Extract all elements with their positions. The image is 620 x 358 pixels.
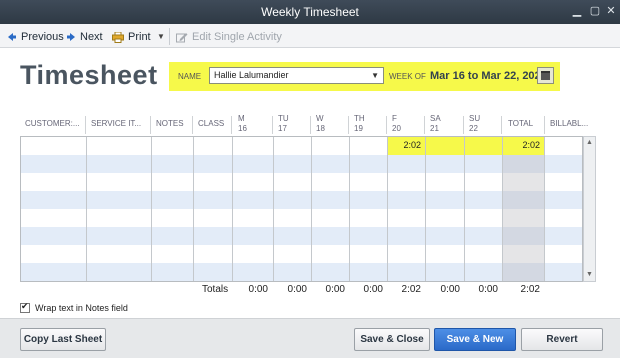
wrap-text-option[interactable]: Wrap text in Notes field <box>20 301 128 313</box>
table-row[interactable] <box>21 209 582 227</box>
previous-label: Previous <box>21 31 64 43</box>
week-of-label: WEEK OF <box>389 72 426 81</box>
print-label: Print <box>128 31 151 43</box>
column-divider <box>502 137 503 281</box>
header-divider <box>272 116 273 134</box>
chevron-down-icon: ▼ <box>371 71 379 80</box>
previous-button[interactable]: Previous <box>7 29 64 45</box>
totals-row: Totals 0:00 0:00 0:00 0:00 2:02 0:00 0:0… <box>20 284 583 298</box>
column-divider <box>464 137 465 281</box>
table-row[interactable] <box>21 245 582 263</box>
window-titlebar: Weekly Timesheet ▁ ▢ ✕ <box>0 0 620 24</box>
total-mon: 0:00 <box>248 284 268 295</box>
close-icon[interactable]: ✕ <box>604 4 618 18</box>
total-column-shade <box>502 137 544 281</box>
col-header-day-sat: SA 21 <box>430 114 441 133</box>
table-row[interactable] <box>21 173 582 191</box>
col-header-day-mon: M 16 <box>238 114 247 133</box>
total-wed: 0:00 <box>325 284 345 295</box>
col-header-day-wed: W 18 <box>316 114 325 133</box>
column-divider <box>151 137 152 281</box>
total-thu: 0:00 <box>363 284 383 295</box>
header-divider <box>463 116 464 134</box>
header-divider <box>85 116 86 134</box>
arrow-right-icon <box>67 33 75 41</box>
col-header-day-fri: F 20 <box>392 114 401 133</box>
print-dropdown-icon[interactable]: ▼ <box>157 29 165 45</box>
col-header-day-tue: TU 17 <box>278 114 289 133</box>
timesheet-rows: 2:02 2:02 <box>20 136 583 282</box>
table-row[interactable] <box>21 263 582 281</box>
column-divider <box>273 137 274 281</box>
table-row[interactable] <box>21 155 582 173</box>
grand-total: 2:02 <box>520 284 540 295</box>
edit-single-activity-label: Edit Single Activity <box>192 31 282 43</box>
maximize-icon[interactable]: ▢ <box>588 4 602 18</box>
header-divider <box>150 116 151 134</box>
column-divider <box>193 137 194 281</box>
save-close-button[interactable]: Save & Close <box>354 328 430 351</box>
next-button[interactable]: Next <box>66 29 103 45</box>
toolbar-divider <box>169 28 170 45</box>
toolbar: Previous Next Print ▼ Edit Single Activi… <box>0 24 620 48</box>
page-title: Timesheet <box>20 60 158 90</box>
cell-row-total: 2:02 <box>522 140 540 150</box>
header-divider <box>386 116 387 134</box>
column-divider <box>86 137 87 281</box>
column-divider <box>425 137 426 281</box>
print-button[interactable]: Print <box>112 29 151 45</box>
name-label: NAME <box>178 72 202 81</box>
cell-friday-hours[interactable]: 2:02 <box>387 140 421 150</box>
table-row[interactable] <box>21 191 582 209</box>
total-tue: 0:00 <box>287 284 307 295</box>
total-fri: 2:02 <box>401 284 421 295</box>
wrap-text-label: Wrap text in Notes field <box>35 303 128 313</box>
header-divider <box>424 116 425 134</box>
revert-button[interactable]: Revert <box>521 328 603 351</box>
printer-icon <box>112 31 124 43</box>
column-divider <box>387 137 388 281</box>
column-divider <box>544 137 545 281</box>
minimize-icon[interactable]: ▁ <box>570 4 584 18</box>
edit-single-activity-button[interactable]: Edit Single Activity <box>176 29 282 45</box>
column-divider <box>311 137 312 281</box>
header-divider <box>231 116 232 134</box>
vertical-scrollbar[interactable]: ▲ ▼ <box>583 136 596 282</box>
name-dropdown[interactable]: Hallie Lalumandier ▼ <box>209 67 384 84</box>
col-header-day-sun: SU 22 <box>469 114 481 133</box>
col-header-day-thu: TH 19 <box>354 114 365 133</box>
calendar-icon <box>541 71 550 80</box>
copy-last-sheet-button[interactable]: Copy Last Sheet <box>20 328 106 351</box>
timesheet-grid: CUSTOMER:... SERVICE IT... NOTES CLASS M… <box>20 114 600 299</box>
header-divider <box>310 116 311 134</box>
name-value: Hallie Lalumandier <box>214 70 289 80</box>
header-divider <box>501 116 502 134</box>
week-range: Mar 16 to Mar 22, 2020 <box>430 70 547 82</box>
total-sun: 0:00 <box>478 284 498 295</box>
header-divider <box>544 116 545 134</box>
scroll-up-icon[interactable]: ▲ <box>584 137 595 149</box>
totals-label: Totals <box>202 284 229 295</box>
save-new-button[interactable]: Save & New <box>434 328 516 351</box>
edit-icon <box>176 32 188 42</box>
wrap-text-checkbox[interactable] <box>20 301 30 313</box>
window-title: Weekly Timesheet <box>261 5 359 19</box>
table-row[interactable] <box>21 227 582 245</box>
column-divider <box>232 137 233 281</box>
header-divider <box>192 116 193 134</box>
next-label: Next <box>80 31 103 43</box>
header-divider <box>348 116 349 134</box>
footer-bar: Copy Last Sheet Save & Close Save & New … <box>0 318 620 358</box>
column-divider <box>349 137 350 281</box>
arrow-left-icon <box>8 33 16 41</box>
total-sat: 0:00 <box>440 284 460 295</box>
calendar-button[interactable] <box>537 67 554 84</box>
scroll-down-icon[interactable]: ▼ <box>584 269 595 281</box>
